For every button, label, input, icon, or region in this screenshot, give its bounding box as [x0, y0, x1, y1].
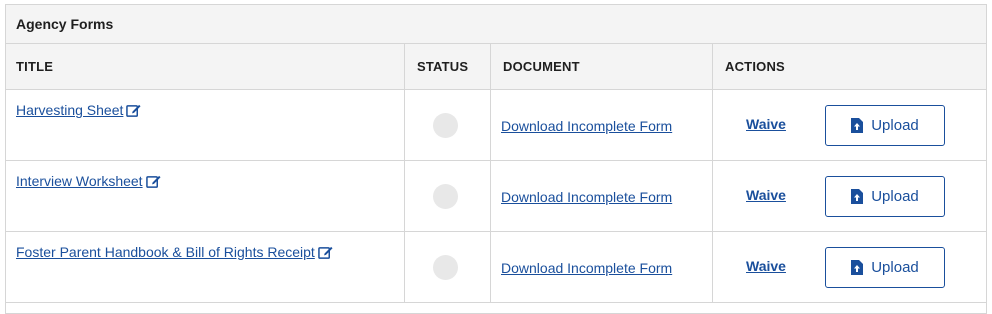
document-cell: Download Incomplete Form	[490, 90, 712, 160]
upload-file-icon	[851, 260, 864, 275]
title-cell: Interview Worksheet	[6, 161, 404, 231]
document-cell: Download Incomplete Form	[490, 232, 712, 302]
table-row: Interview Worksheet Download Incomplete …	[6, 161, 986, 232]
edit-icon[interactable]	[318, 245, 333, 260]
status-cell	[404, 90, 490, 160]
form-title-link[interactable]: Foster Parent Handbook & Bill of Rights …	[16, 244, 315, 260]
status-indicator	[433, 255, 458, 280]
form-title[interactable]: Foster Parent Handbook & Bill of Rights …	[16, 244, 333, 260]
column-header-document: DOCUMENT	[490, 44, 712, 89]
title-cell: Harvesting Sheet	[6, 90, 404, 160]
waive-link[interactable]: Waive	[746, 258, 786, 274]
download-incomplete-form-link[interactable]: Download Incomplete Form	[501, 189, 672, 205]
waive-link[interactable]: Waive	[746, 116, 786, 132]
column-header-status: STATUS	[404, 44, 490, 89]
upload-button-label: Upload	[871, 188, 919, 205]
waive-link[interactable]: Waive	[746, 187, 786, 203]
form-title[interactable]: Harvesting Sheet	[16, 102, 141, 118]
status-cell	[404, 161, 490, 231]
upload-button[interactable]: Upload	[825, 105, 945, 146]
edit-icon[interactable]	[126, 103, 141, 118]
actions-cell: Waive Upload	[712, 161, 986, 231]
panel-title: Agency Forms	[6, 5, 986, 44]
upload-button-label: Upload	[871, 117, 919, 134]
actions-cell: Waive Upload	[712, 90, 986, 160]
table-row: Harvesting Sheet Download Incomplete For…	[6, 90, 986, 161]
table-row: Foster Parent Handbook & Bill of Rights …	[6, 232, 986, 303]
agency-forms-panel: Agency Forms TITLE STATUS DOCUMENT ACTIO…	[5, 4, 987, 314]
status-indicator	[433, 113, 458, 138]
upload-file-icon	[851, 118, 864, 133]
status-indicator	[433, 184, 458, 209]
document-cell: Download Incomplete Form	[490, 161, 712, 231]
upload-button[interactable]: Upload	[825, 176, 945, 217]
download-incomplete-form-link[interactable]: Download Incomplete Form	[501, 118, 672, 134]
table-header: TITLE STATUS DOCUMENT ACTIONS	[6, 44, 986, 90]
edit-icon[interactable]	[145, 174, 161, 189]
actions-cell: Waive Upload	[712, 232, 986, 302]
upload-button-label: Upload	[871, 259, 919, 276]
title-cell: Foster Parent Handbook & Bill of Rights …	[6, 232, 404, 302]
form-title[interactable]: Interview Worksheet	[16, 173, 161, 189]
form-title-link[interactable]: Harvesting Sheet	[16, 102, 123, 118]
upload-button[interactable]: Upload	[825, 247, 945, 288]
status-cell	[404, 232, 490, 302]
download-incomplete-form-link[interactable]: Download Incomplete Form	[501, 260, 672, 276]
column-header-actions: ACTIONS	[712, 44, 986, 89]
column-header-title: TITLE	[16, 59, 54, 74]
form-title-link[interactable]: Interview Worksheet	[16, 173, 143, 189]
upload-file-icon	[851, 189, 864, 204]
